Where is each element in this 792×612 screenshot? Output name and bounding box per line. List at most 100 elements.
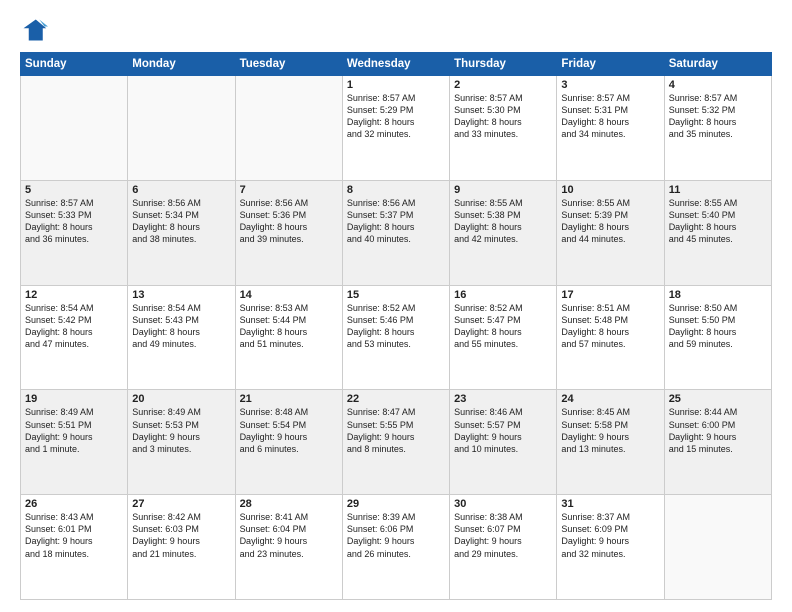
- day-info: Sunrise: 8:38 AMSunset: 6:07 PMDaylight:…: [454, 511, 552, 560]
- day-info: Sunrise: 8:50 AMSunset: 5:50 PMDaylight:…: [669, 302, 767, 351]
- calendar-cell: 27Sunrise: 8:42 AMSunset: 6:03 PMDayligh…: [128, 495, 235, 600]
- day-info: Sunrise: 8:55 AMSunset: 5:39 PMDaylight:…: [561, 197, 659, 246]
- week-row-5: 26Sunrise: 8:43 AMSunset: 6:01 PMDayligh…: [21, 495, 772, 600]
- calendar-cell: [21, 76, 128, 181]
- day-number: 14: [240, 289, 338, 301]
- calendar-cell: 9Sunrise: 8:55 AMSunset: 5:38 PMDaylight…: [450, 180, 557, 285]
- calendar-cell: 16Sunrise: 8:52 AMSunset: 5:47 PMDayligh…: [450, 285, 557, 390]
- calendar-cell: 12Sunrise: 8:54 AMSunset: 5:42 PMDayligh…: [21, 285, 128, 390]
- day-info: Sunrise: 8:44 AMSunset: 6:00 PMDaylight:…: [669, 406, 767, 455]
- calendar-cell: 15Sunrise: 8:52 AMSunset: 5:46 PMDayligh…: [342, 285, 449, 390]
- day-info: Sunrise: 8:52 AMSunset: 5:47 PMDaylight:…: [454, 302, 552, 351]
- day-number: 27: [132, 498, 230, 510]
- day-number: 24: [561, 393, 659, 405]
- calendar-cell: 24Sunrise: 8:45 AMSunset: 5:58 PMDayligh…: [557, 390, 664, 495]
- day-info: Sunrise: 8:49 AMSunset: 5:51 PMDaylight:…: [25, 406, 123, 455]
- calendar-cell: 31Sunrise: 8:37 AMSunset: 6:09 PMDayligh…: [557, 495, 664, 600]
- day-number: 25: [669, 393, 767, 405]
- weekday-header-monday: Monday: [128, 53, 235, 76]
- week-row-2: 5Sunrise: 8:57 AMSunset: 5:33 PMDaylight…: [21, 180, 772, 285]
- day-number: 15: [347, 289, 445, 301]
- day-info: Sunrise: 8:43 AMSunset: 6:01 PMDaylight:…: [25, 511, 123, 560]
- weekday-header-row: SundayMondayTuesdayWednesdayThursdayFrid…: [21, 53, 772, 76]
- day-number: 10: [561, 184, 659, 196]
- logo-icon: [20, 16, 48, 44]
- calendar-cell: 26Sunrise: 8:43 AMSunset: 6:01 PMDayligh…: [21, 495, 128, 600]
- calendar-cell: 17Sunrise: 8:51 AMSunset: 5:48 PMDayligh…: [557, 285, 664, 390]
- calendar-cell: 14Sunrise: 8:53 AMSunset: 5:44 PMDayligh…: [235, 285, 342, 390]
- day-info: Sunrise: 8:56 AMSunset: 5:34 PMDaylight:…: [132, 197, 230, 246]
- calendar-cell: 20Sunrise: 8:49 AMSunset: 5:53 PMDayligh…: [128, 390, 235, 495]
- day-info: Sunrise: 8:45 AMSunset: 5:58 PMDaylight:…: [561, 406, 659, 455]
- day-info: Sunrise: 8:39 AMSunset: 6:06 PMDaylight:…: [347, 511, 445, 560]
- day-number: 20: [132, 393, 230, 405]
- calendar-cell: 28Sunrise: 8:41 AMSunset: 6:04 PMDayligh…: [235, 495, 342, 600]
- calendar-cell: 4Sunrise: 8:57 AMSunset: 5:32 PMDaylight…: [664, 76, 771, 181]
- day-info: Sunrise: 8:48 AMSunset: 5:54 PMDaylight:…: [240, 406, 338, 455]
- week-row-3: 12Sunrise: 8:54 AMSunset: 5:42 PMDayligh…: [21, 285, 772, 390]
- calendar-cell: 6Sunrise: 8:56 AMSunset: 5:34 PMDaylight…: [128, 180, 235, 285]
- day-number: 22: [347, 393, 445, 405]
- calendar-cell: 7Sunrise: 8:56 AMSunset: 5:36 PMDaylight…: [235, 180, 342, 285]
- day-number: 16: [454, 289, 552, 301]
- weekday-header-thursday: Thursday: [450, 53, 557, 76]
- day-number: 9: [454, 184, 552, 196]
- day-number: 4: [669, 79, 767, 91]
- calendar-cell: 2Sunrise: 8:57 AMSunset: 5:30 PMDaylight…: [450, 76, 557, 181]
- calendar-cell: 30Sunrise: 8:38 AMSunset: 6:07 PMDayligh…: [450, 495, 557, 600]
- day-info: Sunrise: 8:54 AMSunset: 5:42 PMDaylight:…: [25, 302, 123, 351]
- day-number: 7: [240, 184, 338, 196]
- day-number: 31: [561, 498, 659, 510]
- calendar-cell: 3Sunrise: 8:57 AMSunset: 5:31 PMDaylight…: [557, 76, 664, 181]
- day-number: 17: [561, 289, 659, 301]
- day-number: 5: [25, 184, 123, 196]
- day-number: 3: [561, 79, 659, 91]
- weekday-header-friday: Friday: [557, 53, 664, 76]
- day-info: Sunrise: 8:53 AMSunset: 5:44 PMDaylight:…: [240, 302, 338, 351]
- calendar-table: SundayMondayTuesdayWednesdayThursdayFrid…: [20, 52, 772, 600]
- weekday-header-saturday: Saturday: [664, 53, 771, 76]
- day-info: Sunrise: 8:57 AMSunset: 5:33 PMDaylight:…: [25, 197, 123, 246]
- day-number: 21: [240, 393, 338, 405]
- day-info: Sunrise: 8:55 AMSunset: 5:38 PMDaylight:…: [454, 197, 552, 246]
- day-number: 18: [669, 289, 767, 301]
- day-info: Sunrise: 8:57 AMSunset: 5:29 PMDaylight:…: [347, 92, 445, 141]
- calendar-cell: 25Sunrise: 8:44 AMSunset: 6:00 PMDayligh…: [664, 390, 771, 495]
- day-number: 26: [25, 498, 123, 510]
- day-number: 23: [454, 393, 552, 405]
- calendar-cell: 13Sunrise: 8:54 AMSunset: 5:43 PMDayligh…: [128, 285, 235, 390]
- header: [20, 16, 772, 44]
- day-info: Sunrise: 8:57 AMSunset: 5:31 PMDaylight:…: [561, 92, 659, 141]
- day-number: 1: [347, 79, 445, 91]
- logo: [20, 16, 52, 44]
- day-number: 19: [25, 393, 123, 405]
- calendar-cell: 18Sunrise: 8:50 AMSunset: 5:50 PMDayligh…: [664, 285, 771, 390]
- day-info: Sunrise: 8:56 AMSunset: 5:36 PMDaylight:…: [240, 197, 338, 246]
- day-number: 13: [132, 289, 230, 301]
- day-info: Sunrise: 8:57 AMSunset: 5:32 PMDaylight:…: [669, 92, 767, 141]
- weekday-header-tuesday: Tuesday: [235, 53, 342, 76]
- day-info: Sunrise: 8:56 AMSunset: 5:37 PMDaylight:…: [347, 197, 445, 246]
- calendar-cell: 21Sunrise: 8:48 AMSunset: 5:54 PMDayligh…: [235, 390, 342, 495]
- day-number: 6: [132, 184, 230, 196]
- day-number: 2: [454, 79, 552, 91]
- page: SundayMondayTuesdayWednesdayThursdayFrid…: [0, 0, 792, 612]
- calendar-cell: [128, 76, 235, 181]
- calendar-cell: 22Sunrise: 8:47 AMSunset: 5:55 PMDayligh…: [342, 390, 449, 495]
- day-info: Sunrise: 8:42 AMSunset: 6:03 PMDaylight:…: [132, 511, 230, 560]
- day-number: 11: [669, 184, 767, 196]
- calendar-cell: 11Sunrise: 8:55 AMSunset: 5:40 PMDayligh…: [664, 180, 771, 285]
- day-info: Sunrise: 8:51 AMSunset: 5:48 PMDaylight:…: [561, 302, 659, 351]
- day-number: 30: [454, 498, 552, 510]
- calendar-cell: 19Sunrise: 8:49 AMSunset: 5:51 PMDayligh…: [21, 390, 128, 495]
- calendar-cell: 5Sunrise: 8:57 AMSunset: 5:33 PMDaylight…: [21, 180, 128, 285]
- day-info: Sunrise: 8:41 AMSunset: 6:04 PMDaylight:…: [240, 511, 338, 560]
- weekday-header-sunday: Sunday: [21, 53, 128, 76]
- day-info: Sunrise: 8:55 AMSunset: 5:40 PMDaylight:…: [669, 197, 767, 246]
- calendar-cell: 23Sunrise: 8:46 AMSunset: 5:57 PMDayligh…: [450, 390, 557, 495]
- day-number: 29: [347, 498, 445, 510]
- week-row-1: 1Sunrise: 8:57 AMSunset: 5:29 PMDaylight…: [21, 76, 772, 181]
- calendar-cell: [235, 76, 342, 181]
- calendar-cell: 1Sunrise: 8:57 AMSunset: 5:29 PMDaylight…: [342, 76, 449, 181]
- calendar-cell: 29Sunrise: 8:39 AMSunset: 6:06 PMDayligh…: [342, 495, 449, 600]
